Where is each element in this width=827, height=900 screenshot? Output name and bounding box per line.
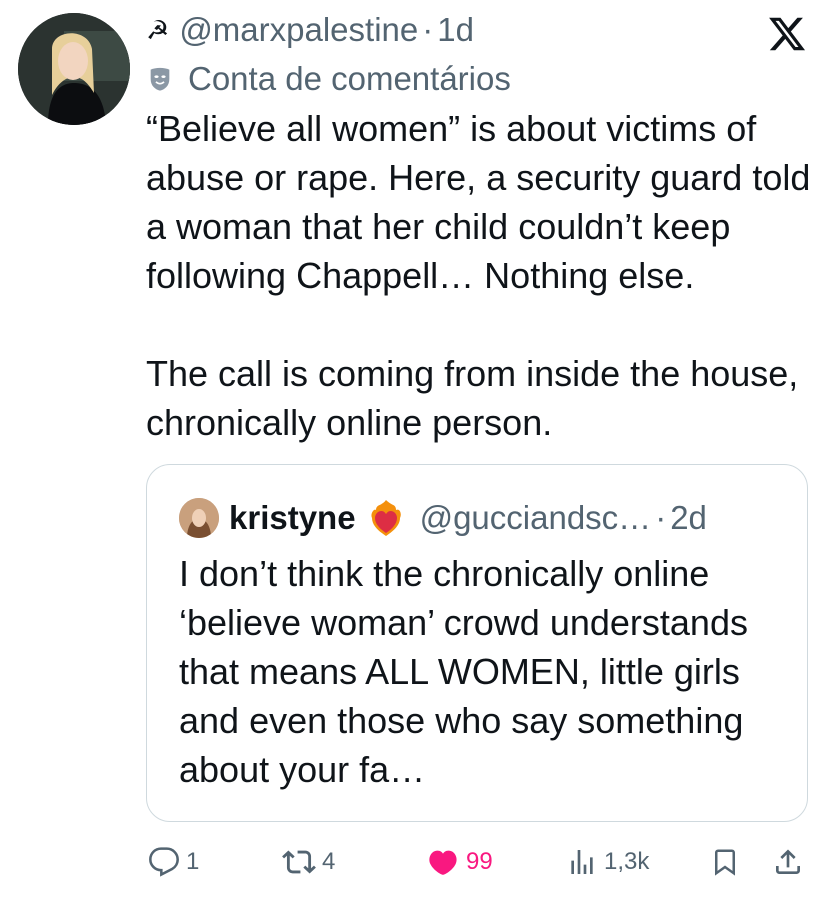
like-count: 99 [466, 848, 493, 875]
heart-on-fire-icon [371, 500, 401, 536]
quoted-avatar[interactable] [179, 498, 219, 538]
quoted-name[interactable]: kristyne [229, 499, 356, 537]
tweet-text: “Believe all women” is about victims of … [146, 104, 816, 447]
share-button[interactable] [772, 840, 810, 884]
hammer-and-sickle-icon: ☭ [146, 14, 170, 45]
author-handle[interactable]: @marxpalestine [179, 11, 418, 49]
repost-button[interactable]: 4 [282, 840, 335, 884]
post-time[interactable]: 1d [437, 11, 474, 49]
views-button[interactable]: 1,3k [566, 840, 649, 884]
action-bar: 1 4 99 1,3k [146, 840, 816, 884]
quoted-time[interactable]: 2d [670, 499, 707, 537]
tweet-paragraph-2: The call is coming from inside the house… [146, 353, 799, 443]
bookmark-icon [715, 849, 735, 876]
like-button[interactable]: 99 [426, 840, 493, 884]
repost-count: 4 [322, 848, 336, 875]
theater-mask-icon [150, 67, 170, 91]
avatar-photo [18, 13, 130, 125]
reply-button[interactable]: 1 [148, 840, 199, 884]
tweet-paragraph-1: “Believe all women” is about victims of … [146, 108, 811, 296]
views-chart-icon [571, 850, 593, 874]
reply-icon [149, 847, 179, 877]
header-separator: · [422, 11, 434, 48]
repost-icon [282, 850, 316, 874]
views-count: 1,3k [604, 848, 650, 875]
bookmark-button[interactable] [710, 840, 746, 884]
share-icon [776, 849, 800, 874]
quoted-separator: · [655, 499, 667, 536]
account-label-row: Conta de comentários [146, 58, 511, 100]
x-logo-icon [769, 17, 806, 51]
reply-count: 1 [186, 848, 200, 875]
quoted-tweet[interactable]: kristyne @gucciandsc… · 2d I don’t think… [146, 464, 808, 822]
quoted-text: I don’t think the chronically online ‘be… [179, 553, 748, 790]
heart-icon [429, 850, 457, 875]
quoted-avatar-photo [179, 498, 219, 538]
account-label: Conta de comentários [188, 60, 511, 97]
author-avatar[interactable] [18, 13, 130, 125]
quoted-handle[interactable]: @gucciandsc… [420, 499, 652, 537]
quoted-header: kristyne @gucciandsc… · 2d [179, 497, 707, 539]
author-header: ☭ @marxpalestine · 1d [146, 8, 474, 52]
